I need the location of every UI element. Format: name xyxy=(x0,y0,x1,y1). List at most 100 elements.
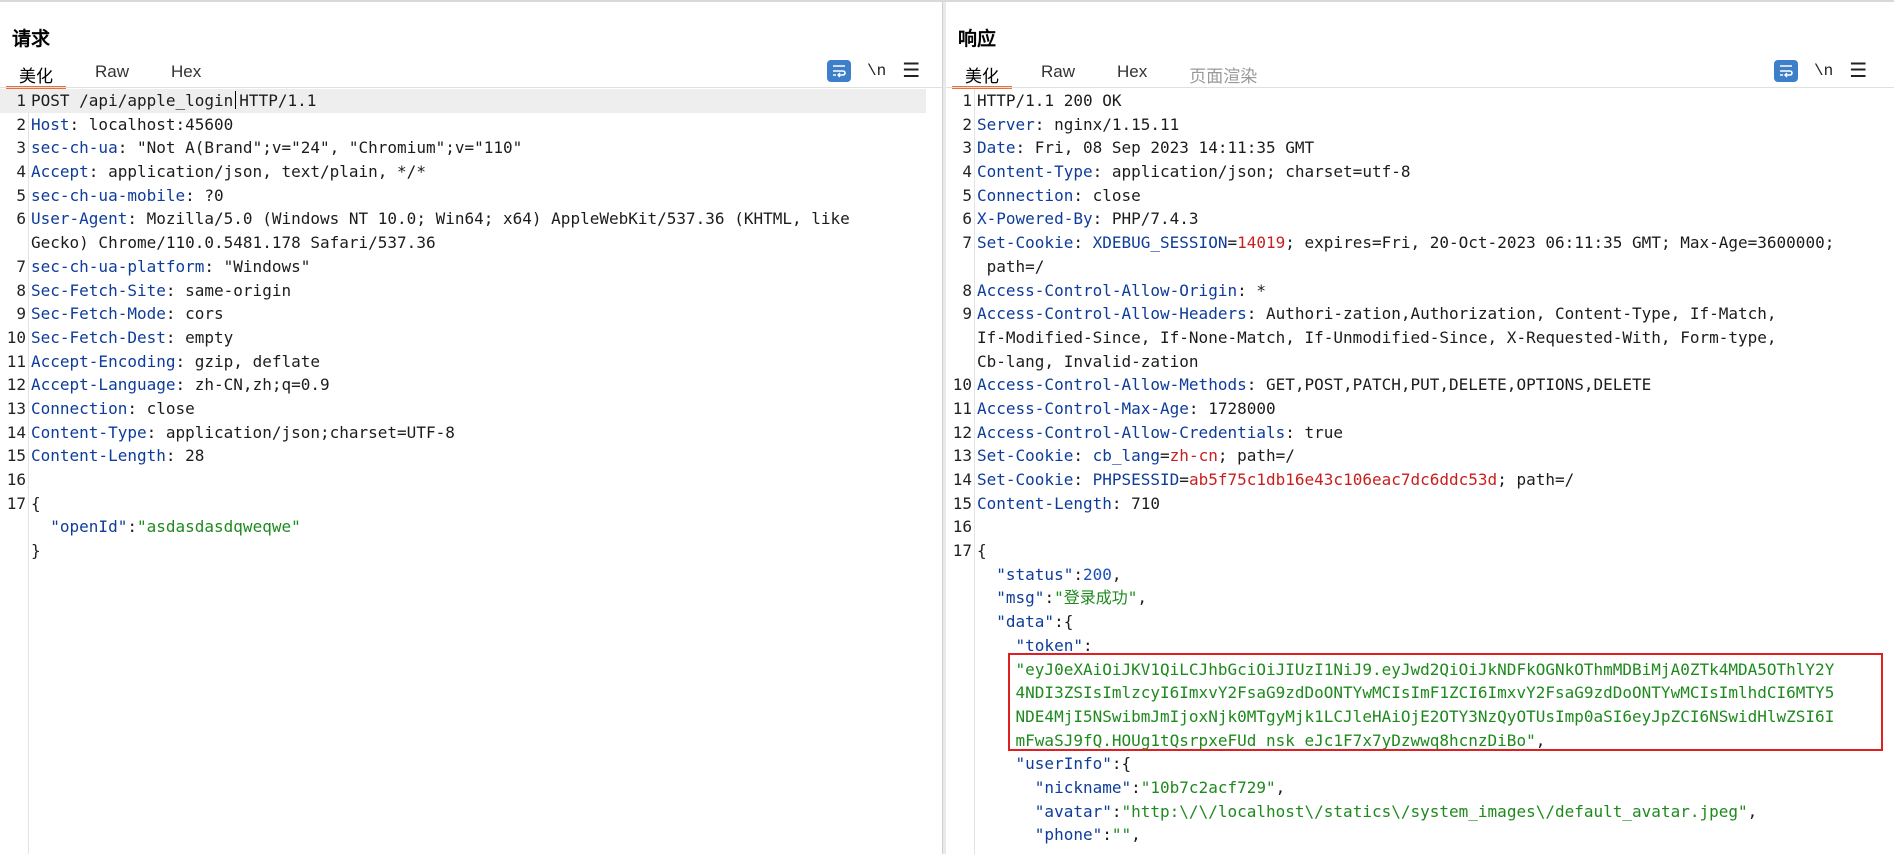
code-token: Host xyxy=(31,114,70,134)
code-line: 10 Access-Control-Allow-Methods: GET,POST… xyxy=(946,373,1894,397)
code-token: "msg" xyxy=(996,588,1045,608)
line-code: HTTP/1.1 200 OK xyxy=(977,89,1122,113)
hamburger-menu-icon[interactable]: ☰ xyxy=(1849,58,1867,83)
code-token: cb_lang xyxy=(1092,446,1161,466)
code-token: : true xyxy=(1285,422,1344,442)
tab-raw[interactable]: Raw xyxy=(82,58,142,86)
line-code: { xyxy=(31,492,41,516)
line-number: 6 xyxy=(16,209,26,229)
code-token: : 1728000 xyxy=(1188,398,1276,418)
line-code: NDE4MjI5NSwibmJmIjoxNjk0MTgyMjk1LCJleHAi… xyxy=(977,705,1835,729)
code-line: 2 Host: localhost:45600 xyxy=(0,113,942,137)
tab-pretty[interactable]: 美化 xyxy=(6,58,66,89)
line-number: 8 xyxy=(962,280,972,300)
code-token: Set-Cookie xyxy=(977,446,1074,466)
request-lines: 1 POST /api/apple_login HTTP/1.1 2 Host: loc… xyxy=(0,89,942,563)
line-code: { xyxy=(977,539,987,563)
line-number: 4 xyxy=(962,162,972,182)
code-line: 4 Accept: application/json, text/plain, *… xyxy=(0,160,942,184)
code-line: 8 Sec-Fetch-Site: same-origin xyxy=(0,279,942,303)
line-code: Content-Length: 710 xyxy=(977,492,1160,516)
code-token: sec-ch-ua-platform xyxy=(31,256,205,276)
code-token: "" xyxy=(1111,825,1132,845)
code-line: 15 Content-Length: 28 xyxy=(0,444,942,468)
code-token: Sec-Fetch-Site xyxy=(31,280,166,300)
line-number: 7 xyxy=(16,256,26,276)
newline-toggle-button[interactable]: \n xyxy=(1814,62,1833,80)
response-editor[interactable]: 1 HTTP/1.1 200 OK 2 Server: nginx/1.15.11 3 D… xyxy=(946,89,1894,854)
code-token: , xyxy=(1131,825,1141,845)
line-number: 9 xyxy=(962,304,972,324)
code-line: 13 Connection: close xyxy=(0,397,942,421)
request-editor[interactable]: 1 POST /api/apple_login HTTP/1.1 2 Host: loc… xyxy=(0,89,942,854)
code-line: 15 Content-Length: 710 xyxy=(946,492,1894,516)
code-token: HTTP/1.1 200 OK xyxy=(977,91,1122,110)
code-line: Gecko) Chrome/110.0.5481.178 Safari/537.… xyxy=(0,231,942,255)
line-number: 11 xyxy=(952,398,972,418)
code-token: : xyxy=(1044,588,1055,608)
code-line: 10 Sec-Fetch-Dest: empty xyxy=(0,326,942,350)
tab-pretty[interactable]: 美化 xyxy=(952,58,1012,89)
line-number: 2 xyxy=(962,114,972,134)
line-number: 16 xyxy=(6,470,26,489)
newline-toggle-button[interactable]: \n xyxy=(867,62,886,80)
code-token: "data" xyxy=(996,612,1055,632)
code-line: 7 sec-ch-ua-platform: "Windows" xyxy=(0,255,942,279)
tab-hex[interactable]: Hex xyxy=(1104,58,1160,86)
code-token: : empty xyxy=(165,327,234,347)
code-token: If-Modified-Since, If-None-Match, If-Unm… xyxy=(977,327,1777,347)
line-code: mFwaSJ9fQ.HOUg1tQsrpxeFUd_nsk_eJc1F7x7yD… xyxy=(977,729,1546,753)
tab-raw[interactable]: Raw xyxy=(1028,58,1088,86)
code-token: User-Agent xyxy=(31,209,128,229)
line-number: 9 xyxy=(16,304,26,324)
line-code: Gecko) Chrome/110.0.5481.178 Safari/537.… xyxy=(31,231,436,255)
tab-render[interactable]: 页面渲染 xyxy=(1176,58,1270,86)
response-tabs: 美化 Raw Hex 页面渲染 xyxy=(952,58,1286,89)
tab-hex[interactable]: Hex xyxy=(158,58,214,86)
tab-underline xyxy=(0,87,942,88)
code-token: : "Not A(Brand";v="24", "Chromium";v="11… xyxy=(117,138,523,158)
code-token: ; expires=Fri, 20-Oct-2023 06:11:35 GMT;… xyxy=(1285,233,1835,253)
line-code: sec-ch-ua: "Not A(Brand";v="24", "Chromi… xyxy=(31,136,522,160)
code-token: : PHP/7.4.3 xyxy=(1092,209,1199,229)
code-line: 5 Connection: close xyxy=(946,184,1894,208)
code-token: "status" xyxy=(996,564,1074,584)
code-token: , xyxy=(1747,801,1758,821)
request-panel: 请求 美化 Raw Hex \n ☰ 1 POST /api/apple_logi… xyxy=(0,2,942,854)
request-tabs: 美化 Raw Hex xyxy=(6,58,230,89)
line-code: Access-Control-Allow-Methods: GET,POST,P… xyxy=(977,373,1651,397)
code-line: 17{ xyxy=(946,539,1894,563)
code-line: "status":200, xyxy=(946,563,1894,587)
code-token: PHPSESSID xyxy=(1092,470,1180,489)
line-code: sec-ch-ua-mobile: ?0 xyxy=(31,184,224,208)
line-code: "nickname":"10b7c2acf729", xyxy=(977,776,1285,800)
code-token: :{ xyxy=(1111,754,1132,774)
code-line: "msg":"登录成功", xyxy=(946,586,1894,610)
code-token: "http:\/\/localhost\/statics\/system_ima… xyxy=(1121,801,1748,821)
line-code: "openId":"asdasdasdqweqwe" xyxy=(31,515,300,539)
line-code: Connection: close xyxy=(977,184,1141,208)
code-token: : nginx/1.15.11 xyxy=(1034,114,1180,134)
code-token: Access-Control-Max-Age xyxy=(977,398,1189,418)
code-token: Content-Length xyxy=(977,493,1112,513)
line-code: If-Modified-Since, If-None-Match, If-Unm… xyxy=(977,326,1777,350)
code-token: "token" xyxy=(1015,635,1083,655)
wrap-text-icon[interactable] xyxy=(827,59,851,82)
code-token: Access-Control-Allow-Origin xyxy=(977,280,1238,300)
code-token: Accept-Language xyxy=(31,375,176,395)
line-code: } xyxy=(31,539,41,563)
code-token: zh-cn xyxy=(1169,446,1218,466)
wrap-text-icon[interactable] xyxy=(1774,59,1798,82)
code-token: POST /api/apple_login xyxy=(31,91,234,110)
hamburger-menu-icon[interactable]: ☰ xyxy=(902,58,920,83)
line-code: "eyJ0eXAiOiJKV1QiLCJhbGciOiJIUzI1NiJ9.ey… xyxy=(977,658,1835,682)
code-line: 9 Sec-Fetch-Mode: cors xyxy=(0,302,942,326)
code-token: ; path=/ xyxy=(1497,470,1575,489)
tab-underline xyxy=(946,87,1894,88)
panel-title: 请求 xyxy=(12,29,51,50)
code-line: If-Modified-Since, If-None-Match, If-Unm… xyxy=(946,326,1894,350)
line-number: 12 xyxy=(6,375,26,395)
